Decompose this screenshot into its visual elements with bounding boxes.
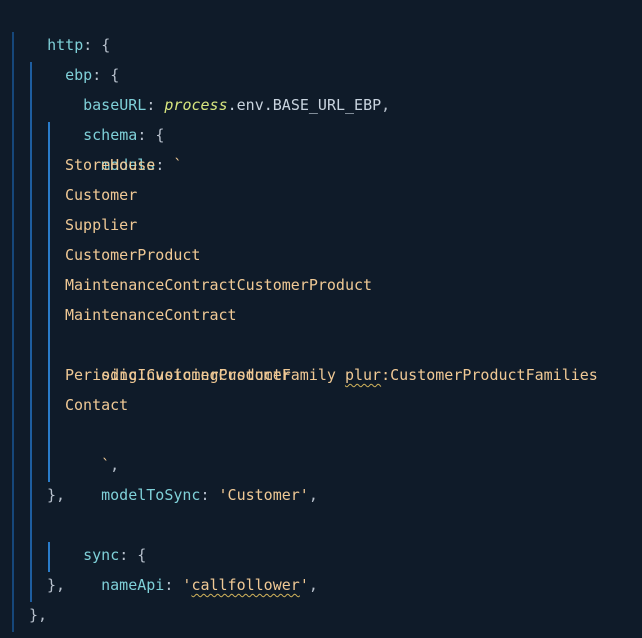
code-line[interactable]: }, bbox=[47, 570, 65, 600]
template-open: ` bbox=[173, 156, 183, 174]
modeltosync-value: 'Customer' bbox=[218, 486, 309, 504]
code-line[interactable]: }, bbox=[29, 600, 47, 630]
model-line[interactable]: Supplier bbox=[65, 210, 137, 240]
code-line[interactable]: `, bbox=[65, 420, 119, 474]
nameapi-value: callfollower bbox=[191, 576, 300, 594]
punctuation: , bbox=[308, 486, 318, 504]
code-line[interactable]: schema: { bbox=[47, 90, 164, 144]
code-line[interactable]: sync: { bbox=[47, 510, 146, 564]
quote: ' bbox=[299, 576, 309, 594]
model-line[interactable]: PeriodicInvoicingCustomer bbox=[65, 360, 291, 390]
code-line[interactable]: nameApi: 'callfollower', bbox=[65, 540, 318, 594]
model-line[interactable]: sing:CustomerProductFamily plur:Customer… bbox=[65, 330, 598, 384]
process-identifier: process bbox=[164, 96, 228, 114]
indent-guide bbox=[12, 32, 14, 632]
modeltosync-key: modelToSync bbox=[101, 486, 201, 504]
punctuation: : bbox=[164, 576, 183, 594]
env-path: .env.BASE_URL_EBP bbox=[227, 96, 382, 114]
nameapi-key: nameApi bbox=[101, 576, 165, 594]
plur-value: :CustomerProductFamilies bbox=[381, 366, 598, 384]
code-line[interactable]: http: { bbox=[11, 0, 110, 54]
code-line[interactable]: models: ` bbox=[65, 120, 182, 174]
model-line[interactable]: Customer bbox=[65, 180, 137, 210]
punctuation: : bbox=[155, 156, 174, 174]
punctuation: , bbox=[308, 576, 318, 594]
plur-word: plur bbox=[344, 366, 382, 384]
code-line[interactable]: }, bbox=[47, 480, 65, 510]
punctuation: : bbox=[200, 486, 219, 504]
model-line[interactable]: StoreHouse bbox=[65, 150, 155, 180]
code-line[interactable]: ebp: { bbox=[29, 30, 119, 84]
model-line[interactable]: MaintenanceContractCustomerProduct bbox=[65, 270, 372, 300]
code-line[interactable]: modelToSync: 'Customer', bbox=[65, 450, 318, 504]
model-line[interactable]: CustomerProduct bbox=[65, 240, 200, 270]
code-line[interactable]: baseURL: process.env.BASE_URL_EBP, bbox=[47, 60, 390, 114]
code-editor[interactable]: http: { ebp: { baseURL: process.env.BASE… bbox=[0, 0, 642, 638]
punctuation: , bbox=[381, 96, 391, 114]
indent-guide bbox=[30, 62, 32, 602]
model-line[interactable]: Contact bbox=[65, 390, 128, 420]
model-line[interactable]: MaintenanceContract bbox=[65, 300, 237, 330]
